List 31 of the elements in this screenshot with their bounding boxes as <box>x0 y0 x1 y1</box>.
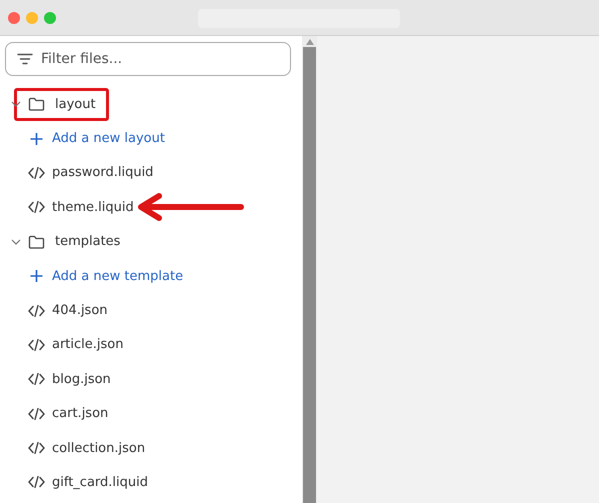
close-button[interactable] <box>8 12 20 24</box>
code-icon <box>28 338 45 351</box>
add-link[interactable]: Add a new template <box>52 268 184 284</box>
file-name[interactable]: gift_card.liquid <box>52 474 148 490</box>
filter-field[interactable]: Filter files... <box>5 42 291 76</box>
code-icon <box>28 166 45 179</box>
zoom-button[interactable] <box>44 12 56 24</box>
file-name[interactable]: theme.liquid <box>52 200 134 215</box>
add-link[interactable]: Add a new layout <box>52 131 165 146</box>
folder-icon <box>28 97 45 112</box>
file-name[interactable]: cart.json <box>52 406 108 422</box>
code-icon <box>28 442 45 454</box>
filter-icon <box>17 53 33 65</box>
chevron-icon[interactable] <box>11 101 21 108</box>
file-name[interactable]: collection.json <box>52 440 146 456</box>
chevron-icon[interactable] <box>11 238 21 245</box>
file-name[interactable]: password.liquid <box>52 165 154 180</box>
plus-icon <box>28 270 45 282</box>
code-icon <box>28 304 45 317</box>
folder-name[interactable]: layout <box>55 96 96 112</box>
code-icon <box>28 408 45 420</box>
folder-icon <box>28 234 45 249</box>
code-icon <box>28 476 45 488</box>
file-name[interactable]: article.json <box>52 337 124 352</box>
code-icon <box>28 201 45 214</box>
plus-icon <box>28 132 45 145</box>
code-icon <box>28 373 45 386</box>
folder-name[interactable]: templates <box>55 234 120 250</box>
scroll-bar[interactable] <box>302 36 317 503</box>
file-name[interactable]: 404.json <box>52 303 108 318</box>
file-name[interactable]: blog.json <box>52 372 111 387</box>
